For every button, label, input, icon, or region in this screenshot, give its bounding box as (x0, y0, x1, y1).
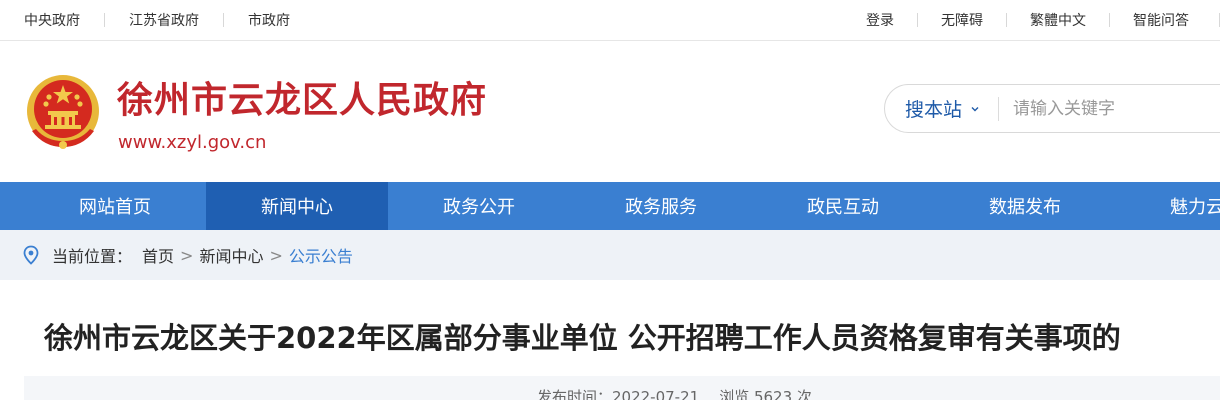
breadcrumb-separator: > (180, 245, 194, 265)
breadcrumb-prefix: 当前位置： (52, 247, 133, 266)
search-input[interactable] (1013, 93, 1213, 125)
breadcrumb-home[interactable]: 首页 (142, 243, 174, 267)
link-jiangsu-government[interactable]: 江苏省政府 (129, 10, 199, 30)
nav-item-news-center[interactable]: 新闻中心 (206, 182, 388, 230)
view-count: 浏览 5623 次 (719, 388, 812, 400)
publish-date: 发布时间：2022-07-21 (537, 388, 700, 400)
breadcrumb: 当前位置： 首页 > 新闻中心 > 公示公告 (22, 230, 353, 280)
top-divider (223, 13, 224, 27)
traditional-chinese-link[interactable]: 繁體中文 (1030, 10, 1086, 30)
login-link[interactable]: 登录 (866, 10, 894, 30)
top-divider (104, 13, 105, 27)
chevron-down-icon (971, 106, 979, 111)
location-pin-icon (23, 245, 39, 265)
top-utility-bar: 中央政府 江苏省政府 市政府 登录 无障碍 繁體中文 智能问答 (0, 0, 1220, 41)
nav-item-government-affairs[interactable]: 政务公开 (388, 182, 570, 230)
breadcrumb-bar: 当前位置： 首页 > 新闻中心 > 公示公告 (0, 230, 1220, 280)
breadcrumb-separator: > (269, 245, 283, 265)
search-divider (998, 97, 999, 121)
top-divider (1006, 13, 1007, 27)
search-box: 搜本站 (884, 84, 1220, 133)
smart-qa-link[interactable]: 智能问答 (1133, 10, 1189, 30)
article-meta: 发布时间：2022-07-21 浏览 5623 次 (537, 387, 812, 400)
article-title: 徐州市云龙区关于2022年区属部分事业单位 公开招聘工作人员资格复审有关事项的 (44, 321, 1121, 355)
nav-item-charm-yunlong[interactable]: 魅力云 (1116, 182, 1220, 230)
search-scope-label: 搜本站 (905, 99, 963, 121)
site-url: www.xzyl.gov.cn (118, 132, 267, 153)
nav-item-public-interaction[interactable]: 政民互动 (752, 182, 934, 230)
breadcrumb-current[interactable]: 公示公告 (289, 243, 353, 267)
national-emblem-icon[interactable] (24, 73, 102, 153)
article-meta-bar: 发布时间：2022-07-21 浏览 5623 次 (24, 376, 1220, 400)
site-header: 徐州市云龙区人民政府 www.xzyl.gov.cn 搜本站 (0, 41, 1220, 182)
link-central-government[interactable]: 中央政府 (24, 10, 80, 30)
link-city-government[interactable]: 市政府 (248, 10, 290, 30)
nav-item-home[interactable]: 网站首页 (24, 182, 206, 230)
nav-item-data-release[interactable]: 数据发布 (934, 182, 1116, 230)
top-right-links: 登录 无障碍 繁體中文 智能问答 (866, 0, 1220, 40)
main-nav: 网站首页 新闻中心 政务公开 政务服务 政民互动 数据发布 魅力云 (0, 182, 1220, 230)
accessibility-link[interactable]: 无障碍 (941, 10, 983, 30)
site-title[interactable]: 徐州市云龙区人民政府 (117, 79, 487, 123)
nav-item-government-services[interactable]: 政务服务 (570, 182, 752, 230)
search-scope-dropdown[interactable]: 搜本站 (905, 85, 980, 132)
top-divider (1109, 13, 1110, 27)
top-left-links: 中央政府 江苏省政府 市政府 (24, 0, 290, 40)
top-divider (917, 13, 918, 27)
breadcrumb-news-center[interactable]: 新闻中心 (199, 243, 263, 267)
